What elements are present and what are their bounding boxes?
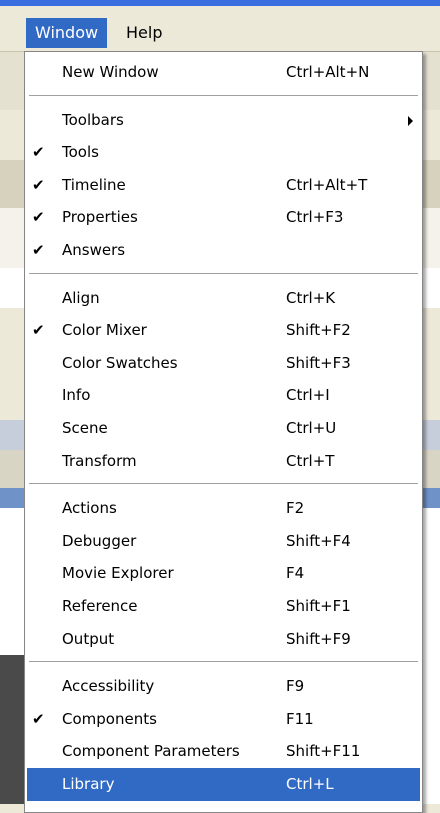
check-mark-icon: ✔ xyxy=(32,175,45,194)
menu-item-label: Toolbars xyxy=(62,110,124,129)
menu-item-movie-explorer[interactable]: Movie Explorer F4 xyxy=(27,557,420,590)
menu-item-shortcut: F9 xyxy=(286,677,305,696)
check-mark-icon: ✔ xyxy=(32,709,45,728)
menu-item-shortcut: Ctrl+K xyxy=(286,288,336,307)
menu-item-label: New Window xyxy=(62,63,159,81)
menu-item-accessibility[interactable]: Accessibility F9 xyxy=(27,670,420,703)
menu-item-label: Movie Explorer xyxy=(62,564,174,583)
menu-item-shortcut: F11 xyxy=(286,709,314,728)
menu-item-toolbars[interactable]: Toolbars xyxy=(27,104,420,137)
check-mark-icon: ✔ xyxy=(32,143,45,162)
menu-item-label: Transform xyxy=(62,451,137,470)
menu-item-answers[interactable]: ✔ Answers xyxy=(27,234,420,267)
menu-item-shortcut: Shift+F1 xyxy=(286,597,351,615)
menubar: Window Help xyxy=(0,6,440,52)
menu-item-shortcut: Shift+F3 xyxy=(286,353,351,372)
menu-item-label: Info xyxy=(62,386,91,405)
menu-item-label: Align xyxy=(62,288,100,307)
menu-item-shortcut: Ctrl+I xyxy=(286,386,330,405)
menu-item-transform[interactable]: Transform Ctrl+T xyxy=(27,445,420,478)
menu-item-components[interactable]: ✔ Components F11 xyxy=(27,703,420,736)
menu-item-label: Accessibility xyxy=(62,677,155,696)
menu-separator xyxy=(29,94,418,97)
background-stage-graphic xyxy=(0,655,24,804)
menu-item-label: Color Swatches xyxy=(62,353,178,372)
menu-item-shortcut: Ctrl+U xyxy=(286,419,337,437)
menu-item-shortcut: Ctrl+F3 xyxy=(286,208,344,227)
menu-item-new-window[interactable]: New Window Ctrl+Alt+N xyxy=(27,56,420,89)
menu-item-align[interactable]: Align Ctrl+K xyxy=(27,282,420,315)
menu-item-shortcut: Shift+F9 xyxy=(286,629,351,648)
menu-item-label: Components xyxy=(62,709,157,728)
menu-item-tools[interactable]: ✔ Tools xyxy=(27,136,420,169)
menu-item-info[interactable]: Info Ctrl+I xyxy=(27,379,420,412)
menu-item-shortcut: Shift+F2 xyxy=(286,321,351,340)
menu-item-shortcut: Ctrl+Alt+T xyxy=(286,175,368,194)
menu-item-shortcut: Ctrl+L xyxy=(286,775,334,793)
menu-item-label: Reference xyxy=(62,597,138,615)
menu-item-shortcut: F4 xyxy=(286,564,305,583)
check-mark-icon: ✔ xyxy=(32,241,45,259)
menu-separator xyxy=(29,272,418,275)
menu-item-reference[interactable]: Reference Shift+F1 xyxy=(27,590,420,623)
menu-item-component-parameters[interactable]: Component Parameters Shift+F11 xyxy=(27,735,420,768)
menu-item-output[interactable]: Output Shift+F9 xyxy=(27,623,420,656)
menu-item-library[interactable]: Library Ctrl+L xyxy=(27,768,420,801)
menu-item-shortcut: Ctrl+Alt+N xyxy=(286,63,370,81)
menu-item-actions[interactable]: Actions F2 xyxy=(27,492,420,525)
menu-item-label: Scene xyxy=(62,419,108,437)
menu-item-label: Output xyxy=(62,629,115,648)
menu-item-label: Properties xyxy=(62,208,138,227)
menu-item-timeline[interactable]: ✔ Timeline Ctrl+Alt+T xyxy=(27,169,420,202)
menu-item-label: Tools xyxy=(62,143,99,162)
menu-item-label: Timeline xyxy=(62,175,126,194)
menu-item-label: Component Parameters xyxy=(62,742,240,761)
menu-item-debugger[interactable]: Debugger Shift+F4 xyxy=(27,525,420,558)
menu-item-label: Debugger xyxy=(62,531,137,550)
menu-item-color-mixer[interactable]: ✔ Color Mixer Shift+F2 xyxy=(27,314,420,347)
submenu-arrow-icon xyxy=(408,115,413,126)
menu-item-scene[interactable]: Scene Ctrl+U xyxy=(27,412,420,445)
menu-item-color-swatches[interactable]: Color Swatches Shift+F3 xyxy=(27,347,420,380)
check-mark-icon: ✔ xyxy=(32,208,45,227)
menu-item-label: Color Mixer xyxy=(62,321,147,340)
menu-item-shortcut: Shift+F11 xyxy=(286,742,361,761)
menu-separator xyxy=(29,661,418,664)
menu-help[interactable]: Help xyxy=(117,18,171,48)
menu-item-properties[interactable]: ✔ Properties Ctrl+F3 xyxy=(27,201,420,234)
window-menu-dropdown: New Window Ctrl+Alt+N Toolbars ✔ Tools ✔ Timel… xyxy=(24,51,423,813)
menu-item-shortcut: Ctrl+T xyxy=(286,451,335,470)
menu-item-shortcut: F2 xyxy=(286,499,305,518)
menu-window[interactable]: Window xyxy=(26,18,108,48)
menu-item-label: Answers xyxy=(62,241,126,259)
menu-separator xyxy=(29,483,418,486)
menu-item-label: Library xyxy=(62,775,115,793)
check-mark-icon: ✔ xyxy=(32,321,45,340)
menu-item-label: Actions xyxy=(62,499,117,518)
menu-item-shortcut: Shift+F4 xyxy=(286,531,351,550)
